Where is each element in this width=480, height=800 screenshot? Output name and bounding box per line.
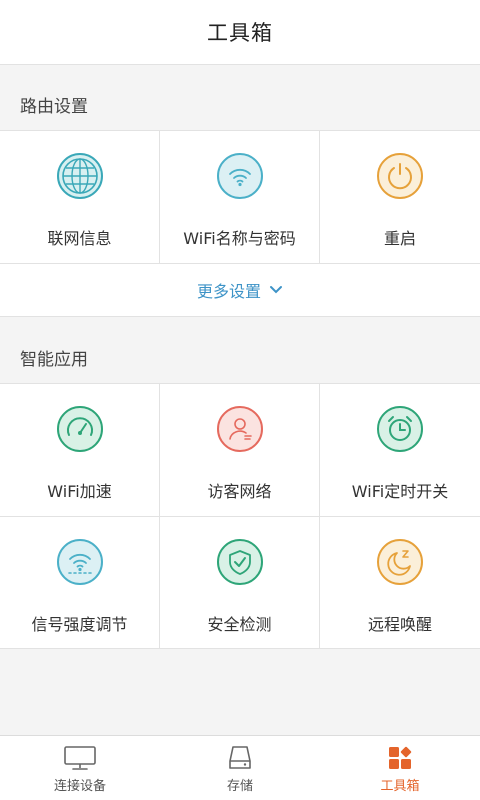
tool-wifi-timer[interactable]: WiFi定时开关 xyxy=(320,384,480,516)
chevron-down-icon xyxy=(270,286,282,294)
section-title-smart: 智能应用 xyxy=(20,350,88,370)
router-settings-grid: 联网信息 WiFi名称与密码 重启 xyxy=(0,130,480,264)
alarm-clock-icon xyxy=(377,406,423,452)
tool-network-info[interactable]: 联网信息 xyxy=(0,131,160,263)
guest-user-icon xyxy=(216,406,263,452)
tool-wifi-name-password[interactable]: WiFi名称与密码 xyxy=(160,131,320,263)
tab-label: 存储 xyxy=(226,779,253,794)
toolbox-icon xyxy=(389,746,412,769)
tab-label: 连接设备 xyxy=(53,779,106,794)
tool-label: 重启 xyxy=(383,229,416,248)
globe-icon xyxy=(56,153,103,199)
tab-toolbox[interactable]: 工具箱 xyxy=(320,736,480,800)
more-settings-button[interactable]: 更多设置 xyxy=(0,264,480,317)
section-title-router: 路由设置 xyxy=(20,97,88,117)
signal-strength-icon xyxy=(56,539,103,585)
tool-security-check[interactable]: 安全检测 xyxy=(160,516,320,648)
storage-drive-icon xyxy=(229,746,251,769)
tool-label: WiFi名称与密码 xyxy=(183,229,296,248)
power-icon xyxy=(377,153,423,199)
smart-apps-grid: WiFi加速 访客网络 WiFi定时开关 信号强度调节 安全检测 远程唤醒 xyxy=(0,383,480,649)
tool-restart[interactable]: 重启 xyxy=(320,131,480,263)
tool-signal-strength[interactable]: 信号强度调节 xyxy=(0,516,160,648)
tool-label: WiFi定时开关 xyxy=(351,482,449,501)
app-header: 工具箱 xyxy=(0,0,480,65)
bottom-tab-bar: 连接设备 存储 工具箱 xyxy=(0,735,480,800)
wifi-icon xyxy=(216,153,263,199)
tool-label: 远程唤醒 xyxy=(367,615,432,634)
tool-label: 联网信息 xyxy=(47,229,112,248)
tab-label: 工具箱 xyxy=(380,779,420,794)
page-title: 工具箱 xyxy=(207,21,273,45)
tab-storage[interactable]: 存储 xyxy=(160,736,320,800)
tool-label: 访客网络 xyxy=(207,482,272,501)
tool-guest-network[interactable]: 访客网络 xyxy=(160,384,320,516)
monitor-icon xyxy=(64,746,96,770)
more-settings-label: 更多设置 xyxy=(196,282,261,301)
tool-label: 安全检测 xyxy=(207,615,272,634)
tab-connected-devices[interactable]: 连接设备 xyxy=(0,736,160,800)
shield-check-icon xyxy=(216,539,263,585)
speedometer-icon xyxy=(56,406,103,452)
tool-label: 信号强度调节 xyxy=(31,615,128,634)
tool-label: WiFi加速 xyxy=(47,482,112,501)
tool-wifi-boost[interactable]: WiFi加速 xyxy=(0,384,160,516)
moon-sleep-icon xyxy=(377,539,423,585)
tool-remote-wake[interactable]: 远程唤醒 xyxy=(320,516,480,648)
